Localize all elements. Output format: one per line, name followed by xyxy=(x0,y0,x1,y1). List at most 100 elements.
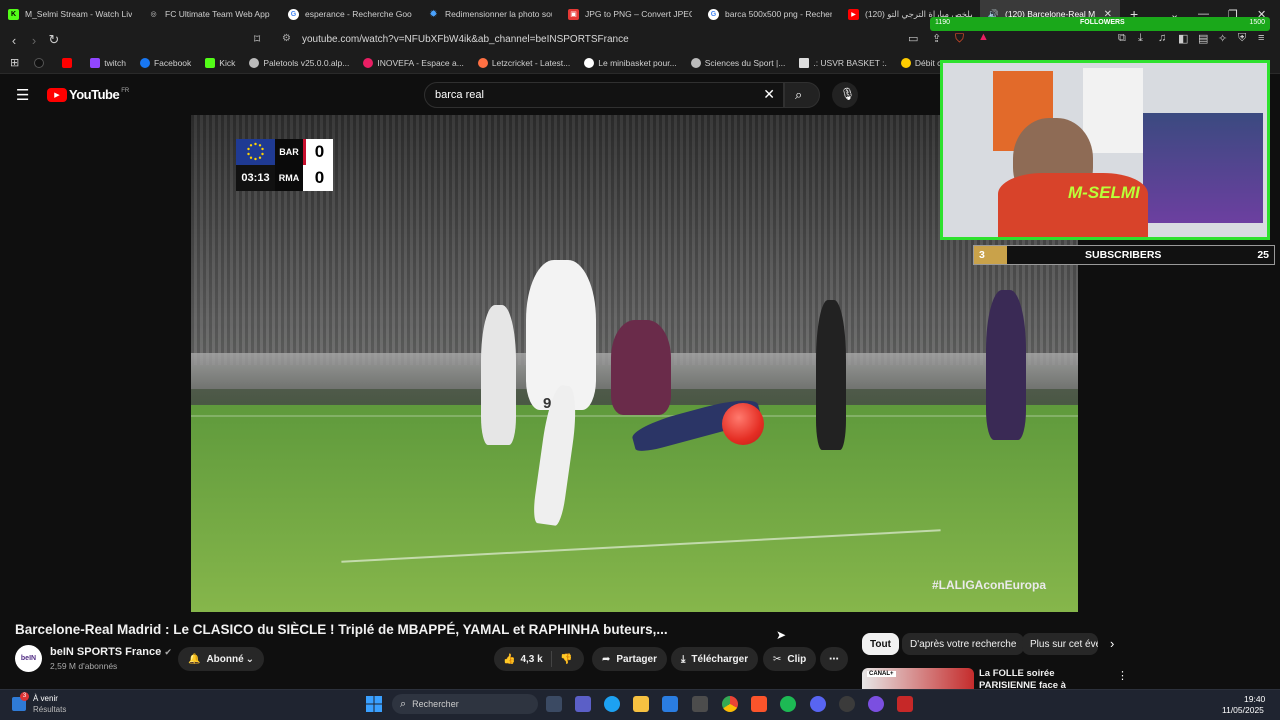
clip-button[interactable]: ✂ Clip xyxy=(763,647,817,671)
bookmark-item[interactable]: Kick xyxy=(198,57,242,68)
voice-search-button[interactable]: 🎙 xyxy=(832,82,858,108)
bookmark-item[interactable]: Sciences du Sport |... xyxy=(684,57,793,68)
jersey-right xyxy=(1083,68,1143,153)
bookmark-item[interactable] xyxy=(27,57,55,68)
store-icon[interactable] xyxy=(692,696,708,712)
chip-more[interactable]: Plus sur cet évé xyxy=(1022,633,1098,655)
edge-icon[interactable] xyxy=(604,696,620,712)
steam-icon[interactable] xyxy=(839,696,855,712)
kick-icon xyxy=(205,57,216,68)
bookmark-item[interactable]: Paletools v25.0.0.alp... xyxy=(242,57,356,68)
chip-related[interactable]: D'après votre recherche xyxy=(902,633,1025,655)
basket-icon xyxy=(799,57,810,68)
app-icon[interactable] xyxy=(897,696,913,712)
search-button[interactable]: ⌕ xyxy=(784,82,820,108)
share-icon[interactable]: ⇪ xyxy=(932,32,941,45)
vpn-icon[interactable]: ⛨ xyxy=(1238,32,1246,45)
browser-tab[interactable]: Gesperance - Recherche Google xyxy=(280,0,420,28)
google-icon xyxy=(584,57,595,68)
like-button[interactable]: 👍 4,3 k xyxy=(494,651,552,667)
inovefa-icon xyxy=(363,57,374,68)
forward-icon[interactable]: › xyxy=(24,33,44,48)
obs-icon[interactable] xyxy=(868,696,884,712)
channel-avatar[interactable]: beIN xyxy=(15,645,42,672)
wallet-icon[interactable]: ▤ xyxy=(1198,32,1208,45)
taskbar-search[interactable]: ⌕ Rechercher xyxy=(392,694,538,714)
youtube-header: ☰ ▶ YouTube FR barca real ✕ ⌕ 🎙 xyxy=(0,74,940,116)
spotify-icon[interactable] xyxy=(780,696,796,712)
bookmark-item[interactable]: .: USVR BASKET :. xyxy=(792,57,894,68)
more-actions-button[interactable]: ⋯ xyxy=(820,647,848,671)
pdf-icon: ▣ xyxy=(568,8,579,20)
subscribed-button[interactable]: 🔔 Abonné ⌄ xyxy=(178,647,264,671)
eu-flag-icon xyxy=(236,139,275,165)
discord-icon[interactable] xyxy=(810,696,826,712)
site-info-icon[interactable]: ⚙ xyxy=(282,33,291,44)
bookmark-icon[interactable]: ⌑ xyxy=(254,32,260,46)
extensions-icon[interactable]: ⧉ xyxy=(1118,32,1126,45)
browser-tab[interactable]: ✹ Redimensionner la photo sou xyxy=(420,0,560,28)
mail-icon[interactable] xyxy=(662,696,678,712)
youtube-icon: ▶ xyxy=(848,8,859,20)
more-vert-icon[interactable]: ⋮ xyxy=(1117,669,1128,682)
download-icon[interactable]: ⤓ xyxy=(1138,32,1143,45)
bookmark-item[interactable]: Le minibasket pour... xyxy=(577,57,683,68)
clock-time[interactable]: 19:40 xyxy=(1244,694,1265,704)
apps-grid-icon[interactable]: ⊞ xyxy=(10,56,19,69)
match-clock: 03:13 xyxy=(236,165,275,191)
kick-icon: K xyxy=(8,8,19,20)
clear-search-icon[interactable]: ✕ xyxy=(763,86,775,103)
bookmark-item[interactable] xyxy=(55,57,83,68)
search-input[interactable]: barca real xyxy=(435,89,484,101)
cast-icon[interactable]: ▭ xyxy=(908,32,918,45)
sidebar-icon[interactable]: ◧ xyxy=(1178,32,1188,45)
bookmark-item[interactable]: Facebook xyxy=(133,57,198,68)
leo-icon[interactable]: ✧ xyxy=(1218,32,1227,45)
task-view-icon[interactable] xyxy=(546,696,562,712)
bookmark-item[interactable]: INOVEFA - Espace a... xyxy=(356,57,470,68)
globe-icon: ◎ xyxy=(150,11,157,18)
clock-date[interactable]: 11/05/2025 xyxy=(1222,705,1264,715)
chip-all[interactable]: Tout xyxy=(862,633,899,655)
share-button[interactable]: ➦ Partager xyxy=(592,647,667,671)
browser-tab[interactable]: K M_Selmi Stream - Watch Live xyxy=(0,0,140,28)
teams-icon[interactable] xyxy=(575,696,591,712)
youtube-logo[interactable]: ▶ YouTube FR xyxy=(47,87,129,102)
recommended-title[interactable]: La FOLLE soirée PARISIENNE face à ARSENA… xyxy=(979,668,1109,690)
twitch-icon xyxy=(90,57,101,68)
music-icon[interactable]: ♫ xyxy=(1158,32,1166,44)
file-explorer-icon[interactable] xyxy=(633,696,649,712)
video-title: Barcelone-Real Madrid : Le CLASICO du SI… xyxy=(15,622,668,637)
more-icon: ⋯ xyxy=(829,653,839,665)
download-button[interactable]: ⤓ Télécharger xyxy=(671,647,759,671)
download-icon: ⤓ xyxy=(681,653,686,665)
recommended-thumbnail[interactable]: CANAL+ xyxy=(862,668,974,690)
back-icon[interactable]: ‹ xyxy=(4,33,24,48)
away-team: RMA xyxy=(275,165,303,191)
chrome-icon[interactable] xyxy=(722,696,738,712)
youtube-play-icon: ▶ xyxy=(47,87,67,102)
notification-badge: 3 xyxy=(20,692,29,701)
brave-shield-icon[interactable]: ⛉ xyxy=(955,31,964,46)
chevron-right-icon[interactable]: › xyxy=(1110,636,1114,651)
dislike-button[interactable]: 👎 xyxy=(552,654,572,665)
hamburger-menu-icon[interactable]: ☰ xyxy=(16,86,29,104)
thumbnail-tag: CANAL+ xyxy=(867,671,896,677)
bookmark-icon xyxy=(34,57,45,68)
url-field[interactable]: youtube.com/watch?v=NFUbXFbW4ik&ab_chann… xyxy=(302,34,629,45)
browser-tab[interactable]: Gbarca 500x500 png - Recherch xyxy=(700,0,840,28)
bookmark-item[interactable]: twitch xyxy=(83,57,133,68)
youtube-icon xyxy=(62,57,73,68)
brave-icon[interactable] xyxy=(751,696,767,712)
reload-icon[interactable]: ↻ xyxy=(44,32,64,48)
menu-icon[interactable]: ≡ xyxy=(1258,32,1264,44)
browser-tab[interactable]: ◎ FC Ultimate Team Web App - xyxy=(140,0,280,28)
google-icon: G xyxy=(708,8,719,20)
channel-name[interactable]: beIN SPORTS France ✔ xyxy=(50,646,172,658)
search-box[interactable]: barca real ✕ xyxy=(424,82,784,108)
browser-tab[interactable]: ▣JPG to PNG – Convert JPEG to xyxy=(560,0,700,28)
windows-start-icon[interactable] xyxy=(366,696,382,712)
bookmark-item[interactable]: Letzcricket - Latest... xyxy=(471,57,577,68)
home-team: BAR xyxy=(275,139,303,165)
rewards-icon[interactable]: ▲ xyxy=(978,31,989,43)
